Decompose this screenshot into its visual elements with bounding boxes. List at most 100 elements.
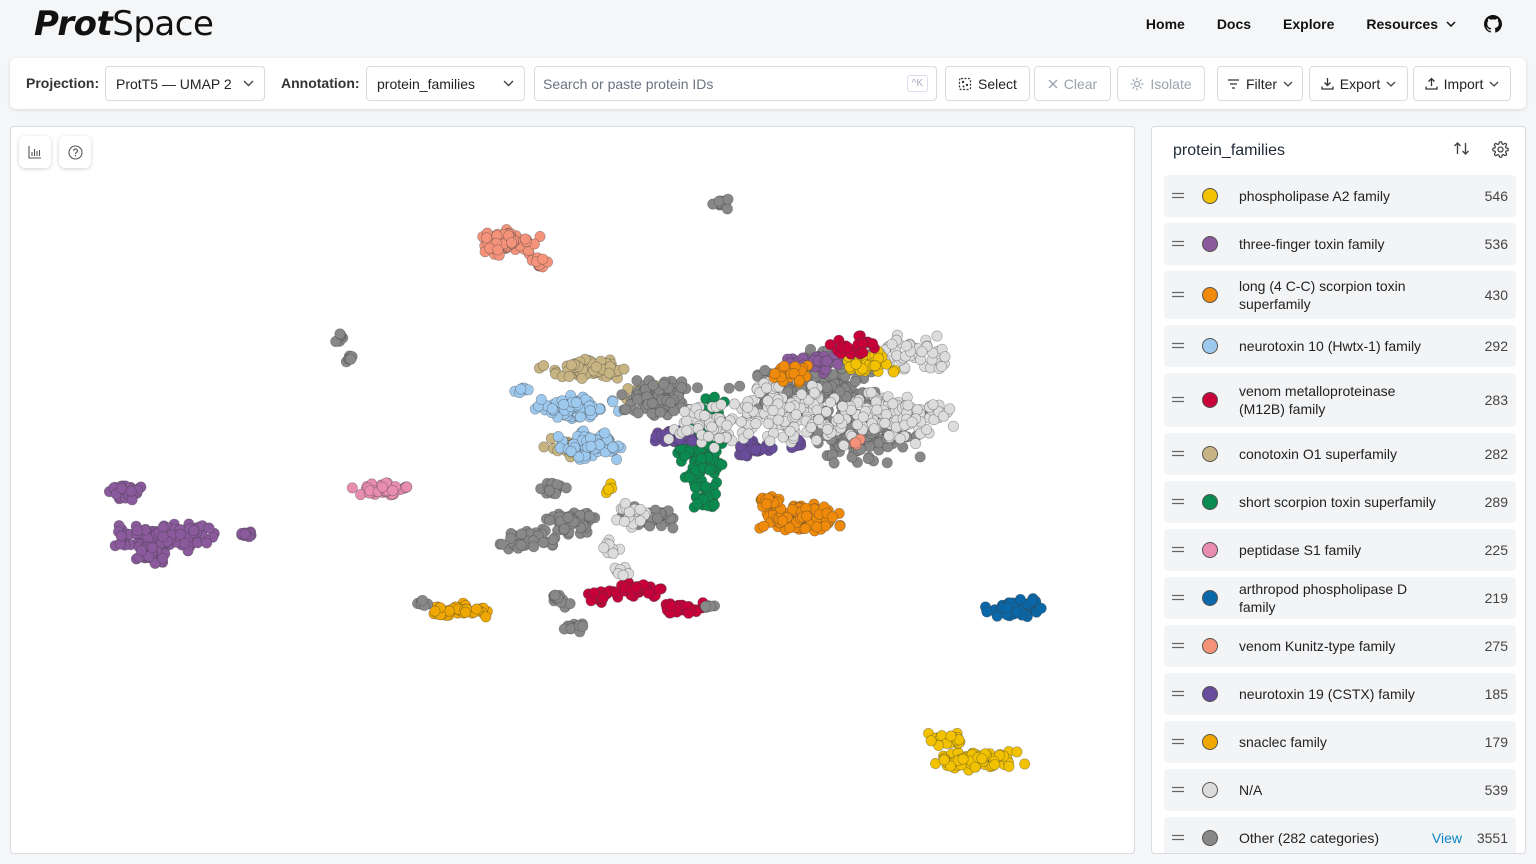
protein-point[interactable] (684, 471, 696, 483)
protein-point[interactable] (239, 528, 251, 540)
protein-point[interactable] (1035, 602, 1047, 614)
protein-point[interactable] (735, 416, 747, 428)
protein-point[interactable] (801, 510, 813, 522)
protein-point[interactable] (634, 515, 646, 527)
protein-point[interactable] (519, 233, 531, 245)
protein-point[interactable] (989, 759, 1001, 771)
protein-point[interactable] (708, 499, 720, 511)
protein-point[interactable] (558, 523, 570, 535)
protein-point[interactable] (564, 598, 576, 610)
protein-point[interactable] (115, 530, 127, 542)
protein-point[interactable] (911, 404, 923, 416)
protein-point[interactable] (716, 459, 728, 471)
protein-point[interactable] (713, 195, 725, 207)
protein-point[interactable] (652, 512, 664, 524)
protein-point[interactable] (777, 515, 789, 527)
protein-point[interactable] (416, 594, 428, 606)
protein-point[interactable] (838, 439, 850, 451)
protein-point[interactable] (602, 483, 614, 495)
drag-handle-icon[interactable] (1172, 191, 1184, 200)
protein-point[interactable] (549, 589, 561, 601)
protein-point[interactable] (805, 421, 817, 433)
protein-point[interactable] (869, 360, 881, 372)
protein-point[interactable] (116, 482, 128, 494)
protein-point[interactable] (492, 244, 504, 256)
export-button[interactable]: Export (1309, 66, 1408, 101)
drag-handle-icon[interactable] (1172, 290, 1184, 299)
scatter-plot[interactable] (11, 127, 1135, 854)
protein-point[interactable] (563, 371, 575, 383)
protein-point[interactable] (471, 603, 483, 615)
protein-point[interactable] (535, 393, 547, 405)
protein-point[interactable] (538, 360, 550, 372)
protein-point[interactable] (544, 485, 556, 497)
projection-select[interactable]: ProtT5 — UMAP 2 (105, 66, 265, 101)
protein-point[interactable] (883, 430, 895, 442)
drag-handle-icon[interactable] (1172, 341, 1184, 350)
protein-point[interactable] (769, 368, 781, 380)
legend-item[interactable]: conotoxin O1 superfamily 282 (1164, 433, 1516, 475)
legend-item[interactable]: snaclec family 179 (1164, 721, 1516, 763)
protein-point[interactable] (742, 428, 754, 440)
protein-point[interactable] (334, 328, 346, 340)
protein-point[interactable] (506, 237, 518, 249)
protein-point[interactable] (837, 400, 849, 412)
protein-point[interactable] (552, 431, 564, 443)
drag-handle-icon[interactable] (1172, 497, 1184, 506)
scatter-plot-panel[interactable] (10, 126, 1135, 854)
protein-point[interactable] (679, 405, 691, 417)
legend-color-swatch[interactable] (1202, 830, 1218, 846)
protein-point[interactable] (689, 481, 701, 493)
legend-item[interactable]: N/A 539 (1164, 769, 1516, 811)
protein-point[interactable] (784, 425, 796, 437)
protein-point[interactable] (632, 407, 644, 419)
protein-point[interactable] (1001, 602, 1013, 614)
protein-point[interactable] (981, 606, 993, 618)
legend-color-swatch[interactable] (1202, 446, 1218, 462)
protein-point[interactable] (618, 363, 630, 375)
protein-point[interactable] (560, 482, 572, 494)
protein-point[interactable] (767, 404, 779, 416)
protein-point[interactable] (1011, 746, 1023, 758)
protein-point[interactable] (828, 457, 840, 469)
protein-point[interactable] (772, 414, 784, 426)
protein-point[interactable] (584, 405, 596, 417)
protein-point[interactable] (607, 547, 619, 559)
drag-handle-icon[interactable] (1172, 689, 1184, 698)
protein-point[interactable] (686, 435, 698, 447)
protein-point[interactable] (976, 753, 988, 765)
protein-point[interactable] (646, 397, 658, 409)
annotation-select[interactable]: protein_families (366, 66, 525, 101)
protein-point[interactable] (544, 514, 556, 526)
protein-point[interactable] (887, 398, 899, 410)
protein-point[interactable] (764, 435, 776, 447)
protein-point[interactable] (695, 452, 707, 464)
legend-item[interactable]: arthropod phospholipase D family 219 (1164, 577, 1516, 619)
drag-handle-icon[interactable] (1172, 833, 1184, 842)
protein-point[interactable] (760, 498, 772, 510)
protein-point[interactable] (778, 360, 790, 372)
protein-point[interactable] (565, 359, 577, 371)
drag-handle-icon[interactable] (1172, 449, 1184, 458)
protein-point[interactable] (821, 382, 833, 394)
protein-point[interactable] (598, 542, 610, 554)
legend-item[interactable]: long (4 C-C) scorpion toxin superfamily 4… (1164, 271, 1516, 319)
protein-point[interactable] (793, 375, 805, 387)
protein-point[interactable] (681, 425, 693, 437)
protein-point[interactable] (188, 525, 200, 537)
protein-point[interactable] (658, 378, 670, 390)
protein-point[interactable] (583, 510, 595, 522)
protein-point[interactable] (947, 420, 959, 432)
protein-point[interactable] (796, 388, 808, 400)
legend-item[interactable]: Other (282 categories) View 3551 (1164, 817, 1516, 853)
legend-item[interactable]: three-finger toxin family 536 (1164, 223, 1516, 265)
protein-point[interactable] (721, 203, 733, 215)
view-link[interactable]: View (1432, 829, 1462, 847)
import-button[interactable]: Import (1413, 66, 1511, 101)
nav-resources[interactable]: Resources (1366, 16, 1456, 32)
protein-point[interactable] (939, 351, 951, 363)
protein-point[interactable] (857, 346, 869, 358)
protein-point[interactable] (969, 761, 981, 773)
drag-handle-icon[interactable] (1172, 737, 1184, 746)
protein-point[interactable] (459, 606, 471, 618)
